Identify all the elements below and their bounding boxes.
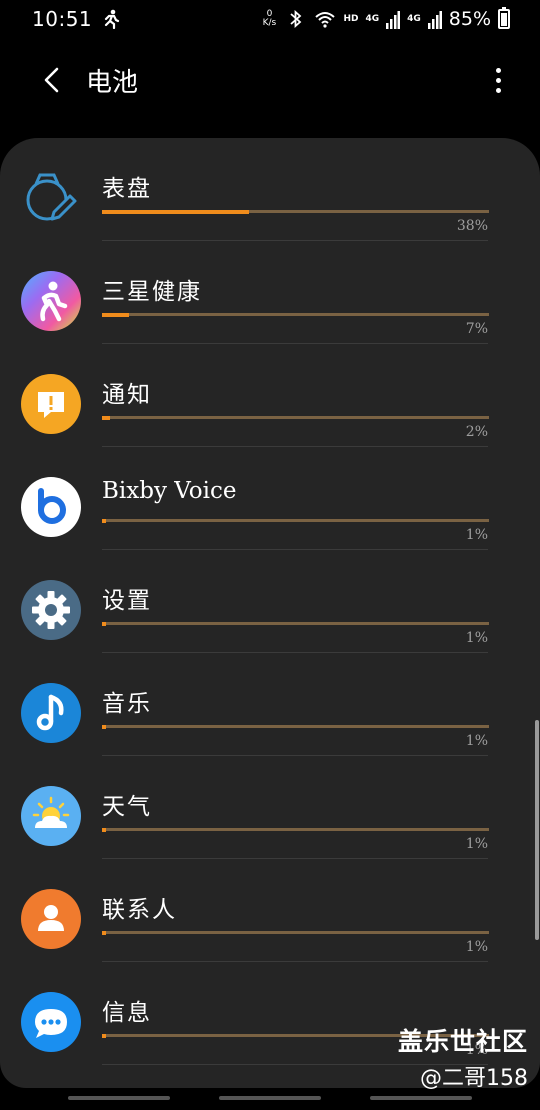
nav-home-button[interactable] — [219, 1096, 321, 1100]
battery-icon — [498, 7, 510, 29]
usage-percent: 1% — [465, 939, 488, 955]
app-name: 信息 — [102, 1000, 152, 1026]
usage-percent: 1% — [465, 630, 488, 646]
usage-bar-fill — [102, 930, 106, 935]
usage-bar-fill — [102, 1033, 106, 1038]
app-header: 电池 — [0, 50, 540, 110]
app-usage-row[interactable]: 天气 1% — [0, 756, 540, 859]
scrollbar[interactable] — [535, 720, 539, 940]
samsung-health-icon — [21, 271, 81, 331]
bixby-icon — [21, 477, 81, 537]
usage-percent: 1% — [465, 836, 488, 852]
app-usage-row[interactable]: 联系人 1% — [0, 859, 540, 962]
usage-bar — [102, 930, 489, 935]
messages-icon — [21, 992, 81, 1052]
battery-percentage: 85% — [448, 8, 491, 30]
signal-icon — [386, 11, 401, 29]
usage-percent: 1% — [465, 733, 488, 749]
usage-bar — [102, 827, 489, 832]
app-usage-row[interactable]: 三星健康 7% — [0, 241, 540, 344]
usage-percent: 2% — [465, 424, 488, 440]
app-name: 设置 — [102, 588, 152, 614]
back-arrow-icon — [44, 67, 59, 93]
app-name: Bixby Voice — [102, 478, 237, 504]
lte-indicator-2: 4G — [407, 14, 421, 24]
usage-bar — [102, 415, 489, 420]
nav-recent-button[interactable] — [68, 1096, 170, 1100]
usage-percent: 7% — [465, 321, 488, 337]
weather-icon — [21, 786, 81, 846]
app-usage-list: 表盘 38% 三星健康 7% 通知 2% Bixby Voice 1% 设置 1% 音乐 1% 天气 1%… — [0, 138, 540, 1065]
more-dot-icon — [495, 87, 501, 93]
watermark: 盖乐世社区 @二哥158 — [398, 1022, 528, 1092]
settings-gear-icon — [21, 580, 81, 640]
usage-bar-fill — [102, 312, 129, 317]
running-person-icon — [105, 9, 120, 29]
app-name: 表盘 — [102, 176, 152, 202]
music-note-icon — [21, 683, 81, 743]
usage-bar-fill — [102, 518, 106, 523]
usage-bar — [102, 724, 489, 729]
usage-percent: 38% — [456, 218, 488, 234]
contacts-icon — [21, 889, 81, 949]
hd-indicator: HD — [343, 14, 359, 24]
watermark-line-1: 盖乐世社区 — [397, 1027, 528, 1056]
app-name: 三星健康 — [102, 279, 202, 305]
usage-bar-fill — [102, 209, 249, 214]
wifi-icon — [315, 12, 336, 28]
app-usage-row[interactable]: 音乐 1% — [0, 653, 540, 756]
navigation-bar — [0, 1090, 540, 1110]
signal-icon-2 — [427, 11, 442, 29]
app-name: 音乐 — [102, 691, 152, 717]
usage-bar — [102, 518, 489, 523]
bluetooth-icon — [290, 9, 302, 29]
usage-bar — [102, 312, 489, 317]
lte-indicator-1: 4G — [365, 14, 380, 24]
battery-usage-card: 表盘 38% 三星健康 7% 通知 2% Bixby Voice 1% 设置 1% 音乐 1% 天气 1%… — [0, 138, 540, 1088]
more-options-button[interactable] — [486, 50, 510, 110]
app-usage-row[interactable]: 通知 2% — [0, 344, 540, 447]
app-usage-row[interactable]: 表盘 38% — [0, 138, 540, 241]
watermark-line-2: @二哥158 — [420, 1066, 528, 1091]
app-name: 通知 — [102, 382, 152, 408]
app-usage-row[interactable]: 设置 1% — [0, 550, 540, 653]
more-dot-icon — [495, 77, 501, 83]
page-title: 电池 — [86, 67, 139, 98]
app-usage-row[interactable]: Bixby Voice 1% — [0, 447, 540, 550]
usage-bar-fill — [102, 415, 110, 420]
usage-bar-fill — [102, 724, 106, 729]
usage-bar — [102, 209, 489, 214]
app-name: 联系人 — [102, 897, 177, 923]
status-indicators: 0 K/s HD 4G 4G 85% — [260, 7, 510, 30]
status-bar: 10:51 0 K/s HD 4G 4G 85% — [0, 0, 540, 38]
more-dot-icon — [495, 67, 501, 73]
nav-back-button[interactable] — [370, 1096, 472, 1100]
network-speed: 0 K/s — [262, 9, 277, 28]
back-button[interactable] — [22, 50, 82, 110]
status-time: 10:51 — [32, 7, 93, 31]
usage-percent: 1% — [465, 527, 488, 543]
app-name: 天气 — [102, 794, 152, 820]
watch-face-icon — [21, 168, 81, 228]
usage-bar-fill — [102, 621, 106, 626]
notification-icon — [21, 374, 81, 434]
usage-bar-fill — [102, 827, 106, 832]
usage-bar — [102, 621, 489, 626]
